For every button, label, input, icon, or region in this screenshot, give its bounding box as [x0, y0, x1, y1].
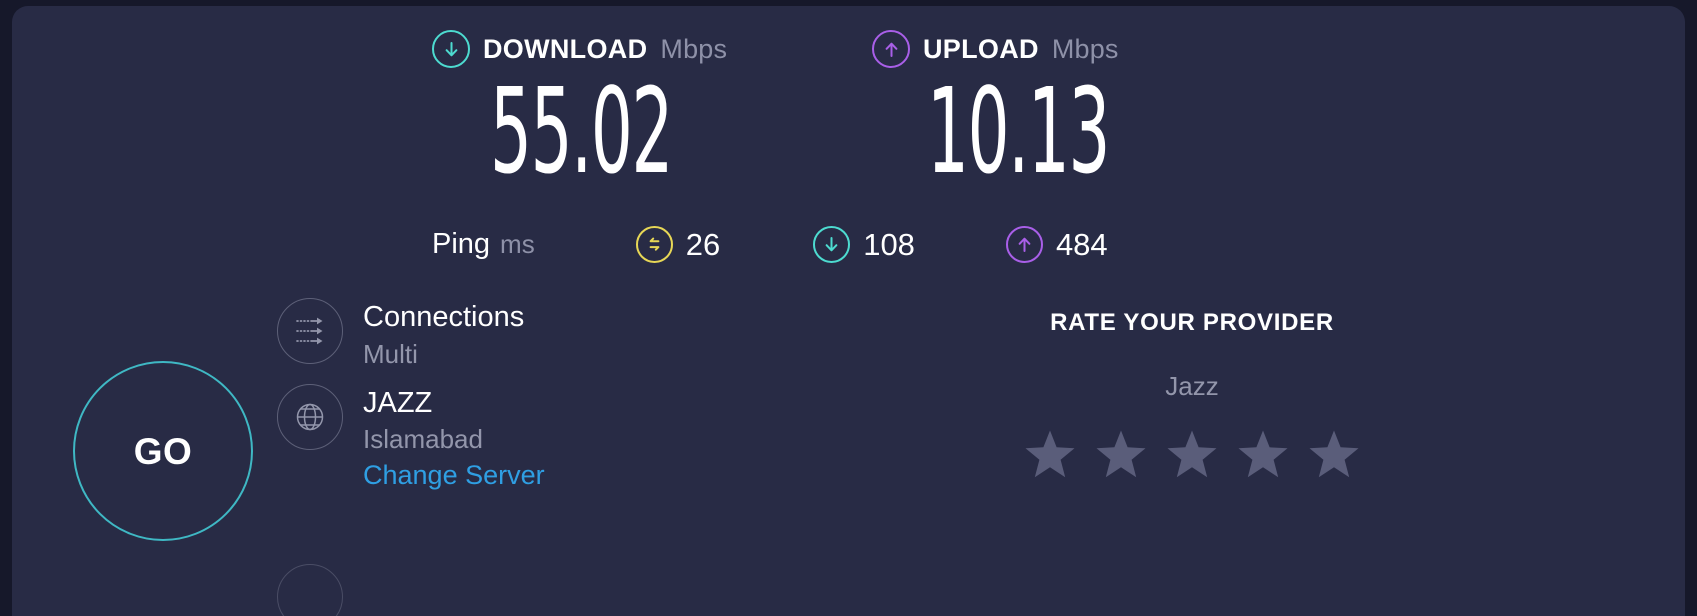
arrow-down-circle-icon: [813, 225, 851, 263]
download-value: 55.02: [490, 62, 673, 200]
connections-info-item[interactable]: Connections Multi: [277, 296, 545, 372]
rate-provider-panel: RATE YOUR PROVIDER Jazz: [892, 311, 1492, 484]
ping-download-item: 108: [813, 225, 915, 263]
ping-upload-item: 484: [1005, 225, 1108, 263]
ping-results-row: Ping ms 26 108 484: [432, 221, 1108, 267]
rating-star-4[interactable]: [1237, 429, 1289, 484]
download-result-block: DOWNLOAD Mbps 55.02: [432, 28, 802, 190]
upload-unit: Mbps: [1051, 33, 1119, 64]
rating-stars[interactable]: [892, 429, 1492, 484]
server-name: JAZZ: [363, 386, 433, 419]
arrow-down-circle-icon: [432, 30, 470, 68]
rating-star-5[interactable]: [1308, 429, 1360, 484]
download-unit: Mbps: [660, 33, 728, 64]
multi-connections-icon: [277, 298, 343, 364]
ping-idle-value: 26: [685, 226, 721, 262]
ping-upload-value: 484: [1055, 226, 1108, 262]
idle-latency-icon: [635, 225, 673, 263]
connections-info-text: Connections Multi: [363, 296, 524, 372]
rate-provider-heading: RATE YOUR PROVIDER: [1050, 309, 1334, 336]
partial-circle-icon: [277, 564, 343, 616]
ping-unit: ms: [500, 229, 535, 259]
connections-value: Multi: [363, 338, 418, 369]
server-location: Islamabad: [363, 424, 483, 455]
connection-info-list: Connections Multi JAZZ Islamabad Change …: [277, 296, 545, 616]
upload-result-block: UPLOAD Mbps 10.13: [872, 28, 1242, 190]
server-info-text: JAZZ Islamabad Change Server: [363, 382, 545, 494]
rate-provider-name: Jazz: [1165, 371, 1219, 401]
connections-title: Connections: [363, 301, 525, 333]
speedtest-result-card: DOWNLOAD Mbps 55.02 UPLOAD Mbps 10.13 Pi…: [12, 6, 1685, 616]
rating-star-1[interactable]: [1024, 429, 1076, 484]
change-server-link[interactable]: Change Server: [363, 457, 545, 493]
go-button-label: GO: [133, 430, 193, 472]
upload-label: UPLOAD: [923, 33, 1039, 64]
globe-icon: [277, 383, 343, 450]
speed-results-row: DOWNLOAD Mbps 55.02 UPLOAD Mbps 10.13: [12, 28, 1685, 198]
ping-download-value: 108: [863, 226, 915, 262]
server-info-item[interactable]: JAZZ Islamabad Change Server: [277, 382, 545, 494]
arrow-up-circle-icon: [1005, 225, 1043, 263]
rating-star-2[interactable]: [1095, 429, 1147, 484]
arrow-up-circle-icon: [872, 30, 910, 68]
download-label: DOWNLOAD: [483, 33, 648, 64]
upload-value: 10.13: [927, 62, 1110, 200]
ping-label: Ping: [432, 227, 491, 260]
go-button[interactable]: GO: [73, 361, 253, 541]
ping-idle-item: 26: [635, 225, 721, 263]
screenshot-stage: DOWNLOAD Mbps 55.02 UPLOAD Mbps 10.13 Pi…: [0, 0, 1697, 616]
rating-star-3[interactable]: [1166, 429, 1218, 484]
